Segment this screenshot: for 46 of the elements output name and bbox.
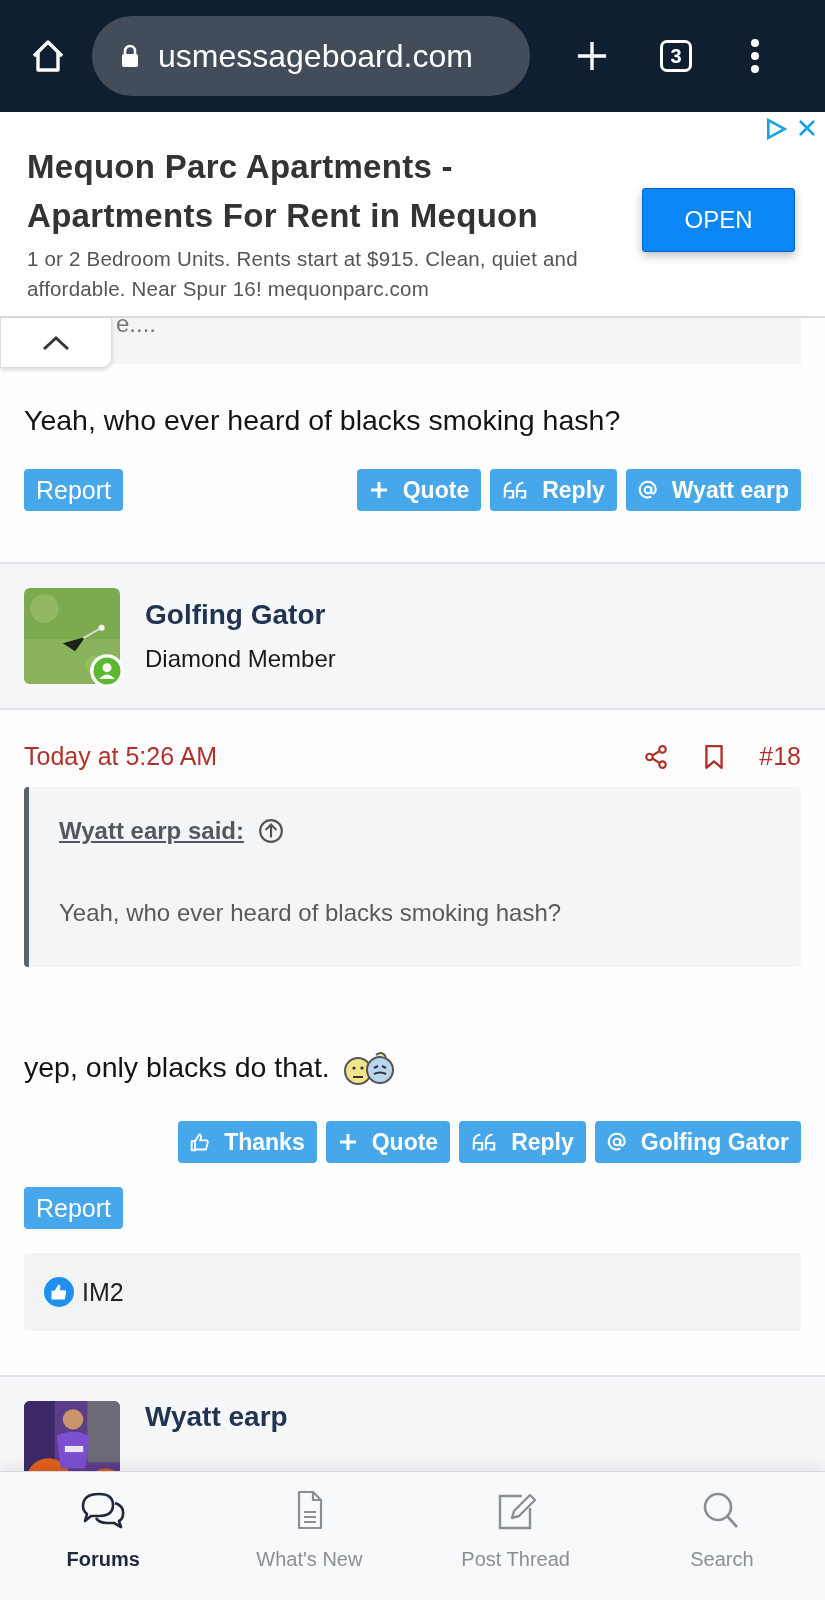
open-button[interactable]: OPEN xyxy=(642,188,795,252)
play-icon[interactable] xyxy=(765,118,787,140)
plus-icon xyxy=(337,1132,358,1152)
ad-title[interactable]: Mequon Parc Apartments - Apartments For Rent in Mequon xyxy=(27,142,602,240)
nav-tab[interactable]: Post Thread xyxy=(412,1472,619,1600)
ad-description: 1 or 2 Bedroom Units. Rents start at $915. Clean, quiet and affordable. Near Spur 16! mequonparc.com xyxy=(27,246,579,302)
arrow-up-icon[interactable] xyxy=(257,818,284,844)
reply-button[interactable]: Reply xyxy=(490,469,617,511)
user-title: Diamond Member xyxy=(145,645,336,673)
mention-button[interactable]: Wyatt earp xyxy=(625,469,801,511)
reply-button[interactable]: Reply xyxy=(459,1121,586,1163)
report-button[interactable]: Report xyxy=(24,1187,124,1229)
username[interactable]: Wyatt earp xyxy=(145,1401,288,1433)
share-icon[interactable] xyxy=(643,743,670,770)
nav-tab[interactable]: Forums xyxy=(0,1472,207,1600)
thumbs-up-icon xyxy=(190,1132,211,1152)
at-sign-icon xyxy=(606,1132,627,1152)
url-text: usmessageboard.com xyxy=(158,37,473,75)
address-bar[interactable]: usmessageboard.com xyxy=(92,16,530,96)
tab-count-button[interactable]: 3 xyxy=(660,40,692,72)
at-sign-icon xyxy=(637,480,658,500)
lock-icon xyxy=(120,44,140,68)
reaction-user-link[interactable]: IM2 xyxy=(82,1277,124,1307)
quote-button[interactable]: Quote xyxy=(325,1121,451,1163)
plus-icon[interactable] xyxy=(576,40,608,72)
post-time[interactable]: Today at 5:26 AM xyxy=(24,742,218,771)
quote-button[interactable]: Quote xyxy=(356,469,482,511)
menu-icon[interactable] xyxy=(750,38,760,74)
post-text: Yeah, who ever heard of blacks smoking hash? xyxy=(23,403,622,437)
quote-marks-icon xyxy=(471,1132,498,1152)
post-number[interactable]: #18 xyxy=(759,742,801,771)
nav-tab[interactable]: What's New xyxy=(206,1472,413,1600)
username[interactable]: Golfing Gator xyxy=(145,599,336,631)
quote-text: Yeah, who ever heard of blacks smoking hash? xyxy=(59,899,563,927)
report-button[interactable]: Report xyxy=(24,469,124,511)
quote-marks-icon xyxy=(502,480,529,500)
like-icon xyxy=(44,1277,74,1307)
nav-tab[interactable]: Search xyxy=(618,1472,825,1600)
chevron-up-icon xyxy=(41,333,71,352)
close-icon[interactable] xyxy=(797,118,817,138)
thanks-button[interactable]: Thanks xyxy=(178,1121,317,1163)
mention-button[interactable]: Golfing Gator xyxy=(594,1121,801,1163)
post-text: yep, only blacks do that. xyxy=(24,1050,330,1084)
plus-icon xyxy=(368,480,389,500)
quote-author-link[interactable]: Wyatt earp said: xyxy=(59,817,244,845)
quote-block: e.... xyxy=(110,318,801,364)
